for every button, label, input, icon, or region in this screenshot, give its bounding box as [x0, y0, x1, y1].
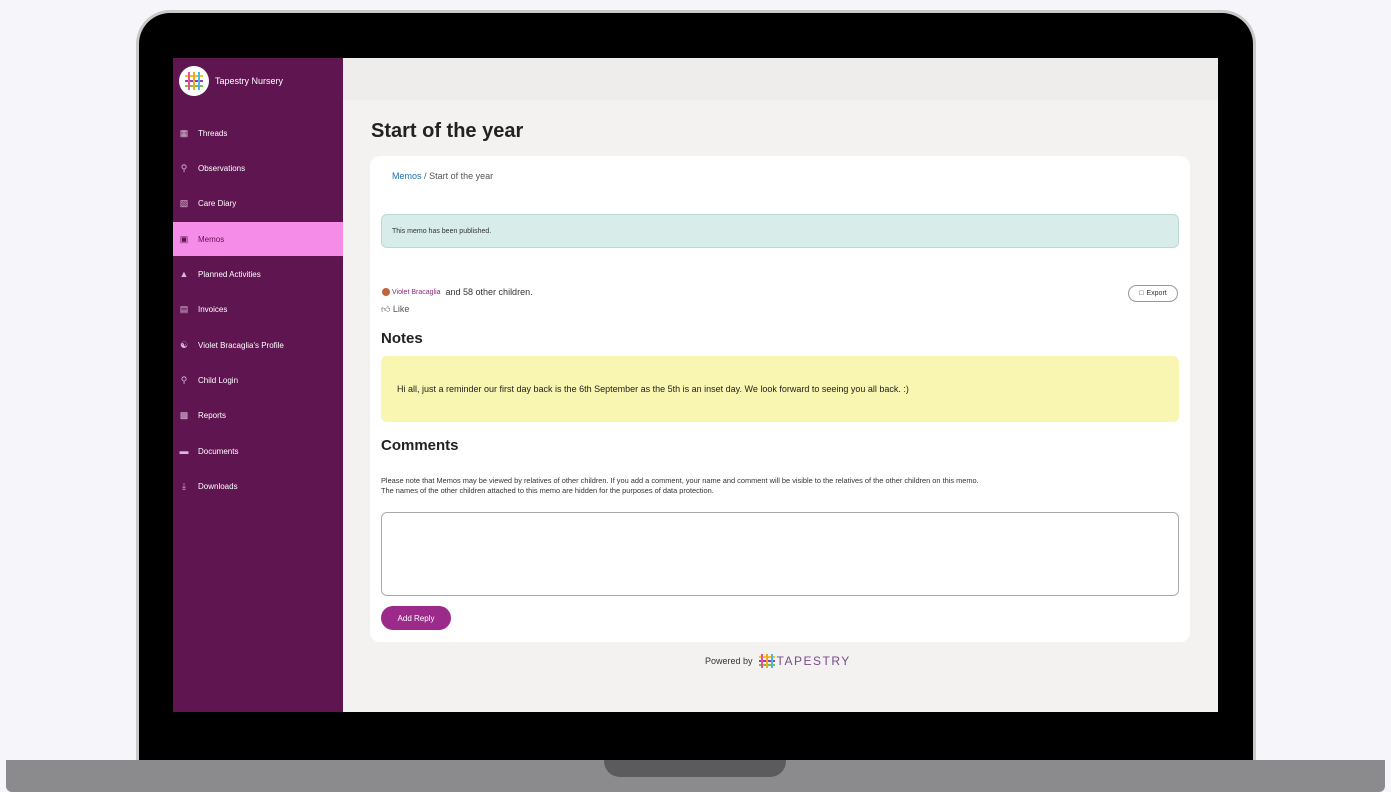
sidebar-item-reports[interactable]: ▩ Reports [173, 398, 343, 432]
sidebar-item-planned-activities[interactable]: ▲ Planned Activities [173, 257, 343, 291]
folder-icon: ▬ [179, 446, 189, 456]
sidebar-item-label: Child Login [198, 375, 239, 385]
sidebar-item-label: Planned Activities [198, 269, 261, 279]
export-button[interactable]: □ Export [1128, 285, 1178, 302]
reports-icon: ▩ [179, 409, 189, 420]
export-icon: □ [1139, 290, 1144, 297]
other-children-text: and 58 other children. [445, 287, 533, 297]
key-icon: ⚲ [180, 374, 188, 385]
threads-icon: ▦ [179, 127, 189, 138]
planned-activities-icon: ▲ [179, 269, 189, 279]
memo-card: Memos / Start of the year This memo has … [370, 156, 1190, 642]
sidebar-item-memos[interactable]: ▣ Memos [173, 222, 343, 256]
sidebar-item-label: Violet Bracaglia's Profile [198, 340, 284, 350]
add-reply-button[interactable]: Add Reply [381, 606, 451, 630]
sidebar-item-label: Care Diary [198, 198, 237, 208]
child-name-link[interactable]: Violet Bracaglia [392, 289, 441, 296]
sidebar: Tapestry Nursery ▦ Threads ⚲ Observation… [173, 58, 343, 712]
sidebar-item-label: Downloads [198, 481, 238, 491]
sidebar-item-care-diary[interactable]: ▧ Care Diary [173, 186, 343, 220]
sidebar-item-profile[interactable]: ☯ Violet Bracaglia's Profile [173, 328, 343, 362]
sidebar-item-invoices[interactable]: ▤ Invoices [173, 292, 343, 326]
sidebar-item-observations[interactable]: ⚲ Observations [173, 151, 343, 185]
comment-textarea[interactable] [381, 512, 1179, 596]
sidebar-item-label: Observations [198, 163, 246, 173]
notes-text: Hi all, just a reminder our first day ba… [397, 384, 909, 394]
like-button[interactable]: 👍︎ Like [381, 304, 409, 315]
powered-by-label: Powered by [705, 656, 753, 666]
breadcrumb-memos-link[interactable]: Memos [392, 171, 422, 181]
sidebar-item-documents[interactable]: ▬ Documents [173, 434, 343, 468]
profile-icon: ☯ [179, 339, 189, 350]
top-bar [343, 58, 1218, 100]
breadcrumb-current: Start of the year [429, 171, 494, 181]
brand-name: Tapestry Nursery [215, 76, 284, 86]
sidebar-item-label: Documents [198, 446, 239, 456]
published-alert: This memo has been published. [381, 214, 1179, 248]
brand[interactable]: Tapestry Nursery [179, 66, 283, 96]
powered-by: Powered by TAPESTRY [705, 654, 851, 668]
sidebar-item-downloads[interactable]: ⤓ Downloads [173, 469, 343, 503]
laptop-notch [604, 760, 786, 777]
invoices-icon: ▤ [179, 303, 189, 314]
tapestry-logo-icon [758, 654, 775, 668]
breadcrumb-separator: / [424, 171, 427, 181]
powered-by-brand: TAPESTRY [776, 654, 851, 668]
observations-icon: ⚲ [180, 162, 188, 173]
memos-icon: ▣ [179, 233, 189, 244]
sidebar-item-label: Memos [198, 234, 225, 244]
sidebar-item-threads[interactable]: ▦ Threads [173, 116, 343, 150]
sidebar-item-label: Threads [198, 128, 228, 138]
care-diary-icon: ▧ [179, 197, 189, 208]
comments-privacy-note: Please note that Memos may be viewed by … [381, 476, 1186, 496]
sidebar-item-child-login[interactable]: ⚲ Child Login [173, 363, 343, 397]
notes-box: Hi all, just a reminder our first day ba… [381, 356, 1179, 422]
page-title: Start of the year [371, 120, 524, 142]
sidebar-item-label: Reports [198, 410, 227, 420]
comments-heading: Comments [381, 437, 459, 454]
thumbs-up-icon: 👍︎ [381, 304, 391, 314]
download-icon: ⤓ [182, 480, 186, 491]
like-label: Like [392, 304, 410, 314]
notes-heading: Notes [381, 330, 423, 347]
attached-children: Violet Bracaglia and 58 other children. [382, 287, 533, 297]
tapestry-logo-icon [179, 66, 209, 96]
comments-note-line-2: The names of the other children attached… [381, 486, 714, 495]
breadcrumb: Memos / Start of the year [392, 171, 493, 181]
published-text: This memo has been published. [392, 227, 492, 235]
sidebar-item-label: Invoices [198, 304, 228, 314]
child-avatar [382, 288, 390, 296]
export-label: Export [1146, 290, 1167, 297]
comments-note-line-1: Please note that Memos may be viewed by … [381, 476, 979, 485]
app-screen: Tapestry Nursery ▦ Threads ⚲ Observation… [173, 58, 1218, 712]
